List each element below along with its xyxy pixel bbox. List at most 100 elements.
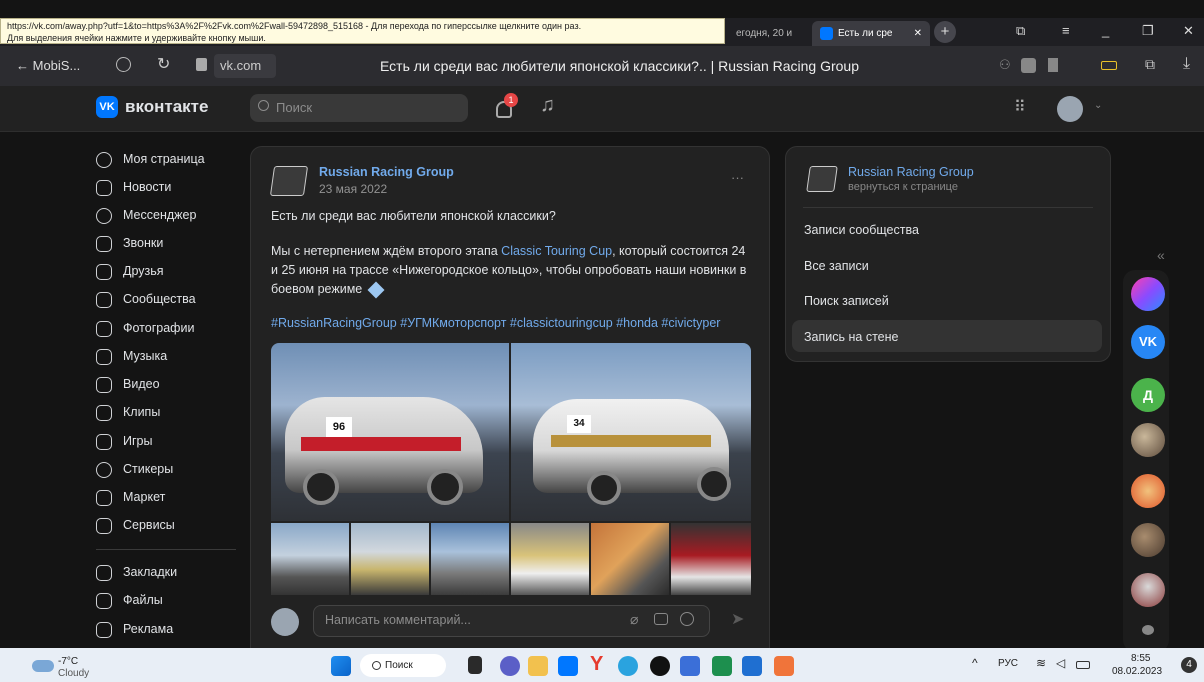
- nav-item-services[interactable]: Сервисы: [96, 513, 236, 537]
- panel-community-logo[interactable]: [806, 166, 838, 192]
- browser-tab-active[interactable]: Есть ли сре ✕: [812, 21, 930, 46]
- post-date[interactable]: 23 мая 2022: [319, 182, 387, 196]
- nav-item-my-page[interactable]: Моя страница: [96, 147, 236, 171]
- volume-icon[interactable]: ◁: [1056, 656, 1065, 670]
- panel-menu-community-posts[interactable]: Записи сообщества: [804, 223, 919, 237]
- post-more-icon[interactable]: ···: [731, 170, 744, 185]
- protect-icon[interactable]: [116, 57, 131, 72]
- contact-d-avatar[interactable]: Д: [1131, 378, 1165, 412]
- avatar[interactable]: [1057, 96, 1083, 122]
- nav-item-stickers[interactable]: Стикеры: [96, 457, 236, 481]
- url-text[interactable]: vk.com: [220, 58, 261, 73]
- tab-actions-icon[interactable]: ⧉: [1016, 23, 1025, 39]
- download-icon[interactable]: ⤓: [1183, 55, 1190, 73]
- back-button[interactable]: ← MobiS...: [16, 58, 80, 73]
- classic-touring-cup-link[interactable]: Classic Touring Cup: [501, 244, 612, 258]
- post-photo-1[interactable]: 96: [271, 343, 509, 521]
- nav-item-market[interactable]: Маркет: [96, 485, 236, 509]
- reload-icon[interactable]: ↻: [157, 54, 170, 74]
- task-view-icon[interactable]: [468, 656, 482, 674]
- chevron-down-icon[interactable]: ⌄: [1094, 100, 1102, 111]
- vk-music-icon[interactable]: [1131, 277, 1165, 311]
- nav-item-messenger[interactable]: Мессенджер: [96, 203, 236, 227]
- app-blue-icon[interactable]: [742, 656, 762, 676]
- emoji-icon[interactable]: [680, 612, 694, 626]
- apps-grid-icon[interactable]: ⠿: [1014, 97, 1026, 117]
- ad-block-icon[interactable]: [1021, 58, 1036, 73]
- nav-item-files[interactable]: Файлы: [96, 588, 236, 612]
- camera-icon[interactable]: [654, 613, 668, 625]
- nav-item-friends[interactable]: Друзья: [96, 259, 236, 283]
- panel-menu-search-posts[interactable]: Поиск записей: [804, 294, 889, 308]
- close-tab-icon[interactable]: ✕: [914, 21, 922, 46]
- browser-tab-1[interactable]: егодня, 20 и: [728, 21, 808, 46]
- panel-menu-wall-post[interactable]: Запись на стене: [804, 330, 898, 344]
- post-thumb-1[interactable]: [271, 523, 349, 595]
- nav-item-photos[interactable]: Фотографии: [96, 316, 236, 340]
- teams-icon[interactable]: [500, 656, 520, 676]
- wifi-icon[interactable]: ≋: [1036, 656, 1046, 670]
- nav-item-video[interactable]: Видео: [96, 372, 236, 396]
- language-indicator[interactable]: РУС: [998, 658, 1018, 669]
- nav-item-music[interactable]: Музыка: [96, 344, 236, 368]
- post-hashtags[interactable]: #RussianRacingGroup #УГМКмоторспорт #cla…: [271, 316, 720, 330]
- notification-count-badge[interactable]: 4: [1181, 657, 1197, 673]
- search-input[interactable]: Поиск: [250, 94, 468, 122]
- post-thumb-4[interactable]: [511, 523, 589, 595]
- yandex-icon[interactable]: Y: [590, 653, 603, 676]
- send-icon[interactable]: ➤: [731, 609, 744, 629]
- post-photo-2[interactable]: 34: [511, 343, 751, 521]
- excel-icon[interactable]: [712, 656, 732, 676]
- tiktok-icon[interactable]: [650, 656, 670, 676]
- chat-icon[interactable]: [1142, 625, 1154, 635]
- weather-desc[interactable]: Cloudy: [58, 668, 89, 679]
- contact-avatar-2[interactable]: [1131, 474, 1165, 508]
- close-window-icon[interactable]: ✕: [1183, 23, 1194, 39]
- vk-messenger-icon[interactable]: VK: [1131, 325, 1165, 359]
- clock-time[interactable]: 8:55: [1131, 653, 1150, 664]
- nav-item-calls[interactable]: Звонки: [96, 231, 236, 255]
- vk-logo-text[interactable]: вконтакте: [125, 97, 208, 117]
- bookmark-icon[interactable]: [1048, 58, 1058, 72]
- vk-tab-icon: [820, 26, 833, 40]
- contact-avatar-3[interactable]: [1131, 523, 1165, 557]
- nav-item-games[interactable]: Игры: [96, 429, 236, 453]
- nav-item-ads[interactable]: Реклама: [96, 617, 236, 641]
- post-thumb-2[interactable]: [351, 523, 429, 595]
- collapse-dock-icon[interactable]: «: [1157, 247, 1165, 263]
- post-thumb-5[interactable]: [591, 523, 669, 595]
- new-tab-button[interactable]: +: [934, 21, 956, 43]
- battery-saver-icon[interactable]: [1101, 61, 1117, 70]
- panel-community-name[interactable]: Russian Racing Group: [848, 165, 974, 179]
- clock-date[interactable]: 08.02.2023: [1112, 666, 1162, 677]
- music-icon[interactable]: ♫: [540, 94, 555, 117]
- post-thumb-3[interactable]: [431, 523, 509, 595]
- battery-icon[interactable]: [1076, 661, 1090, 669]
- restore-icon[interactable]: ❐: [1142, 23, 1154, 39]
- vk-logo-icon[interactable]: VK: [96, 96, 118, 118]
- minimize-icon[interactable]: _: [1102, 23, 1109, 38]
- post-author[interactable]: Russian Racing Group: [319, 165, 454, 179]
- post-thumb-6[interactable]: [671, 523, 751, 595]
- contact-avatar-4[interactable]: [1131, 573, 1165, 607]
- security-app-icon[interactable]: [680, 656, 700, 676]
- explorer-icon[interactable]: [528, 656, 548, 676]
- menu-icon[interactable]: ≡: [1062, 23, 1070, 38]
- nav-item-clips[interactable]: Клипы: [96, 400, 236, 424]
- collections-icon[interactable]: ⧉: [1145, 56, 1155, 73]
- nav-item-communities[interactable]: Сообщества: [96, 287, 236, 311]
- paperclip-icon[interactable]: ⌀: [630, 611, 638, 628]
- panel-menu-all-posts[interactable]: Все записи: [804, 259, 869, 273]
- weather-temp[interactable]: -7°C: [58, 656, 78, 667]
- nav-item-news[interactable]: Новости: [96, 175, 236, 199]
- nav-item-bookmarks[interactable]: Закладки: [96, 560, 236, 584]
- windows-start-icon[interactable]: [331, 656, 351, 676]
- tray-chevron-icon[interactable]: ^: [972, 656, 978, 670]
- app-orange-icon[interactable]: [774, 656, 794, 676]
- share-icon[interactable]: ⚇: [999, 57, 1011, 73]
- community-logo[interactable]: [269, 166, 309, 196]
- vk-taskbar-icon[interactable]: [558, 656, 578, 676]
- panel-back-link[interactable]: вернуться к странице: [848, 181, 958, 193]
- telegram-icon[interactable]: [618, 656, 638, 676]
- contact-avatar-1[interactable]: [1131, 423, 1165, 457]
